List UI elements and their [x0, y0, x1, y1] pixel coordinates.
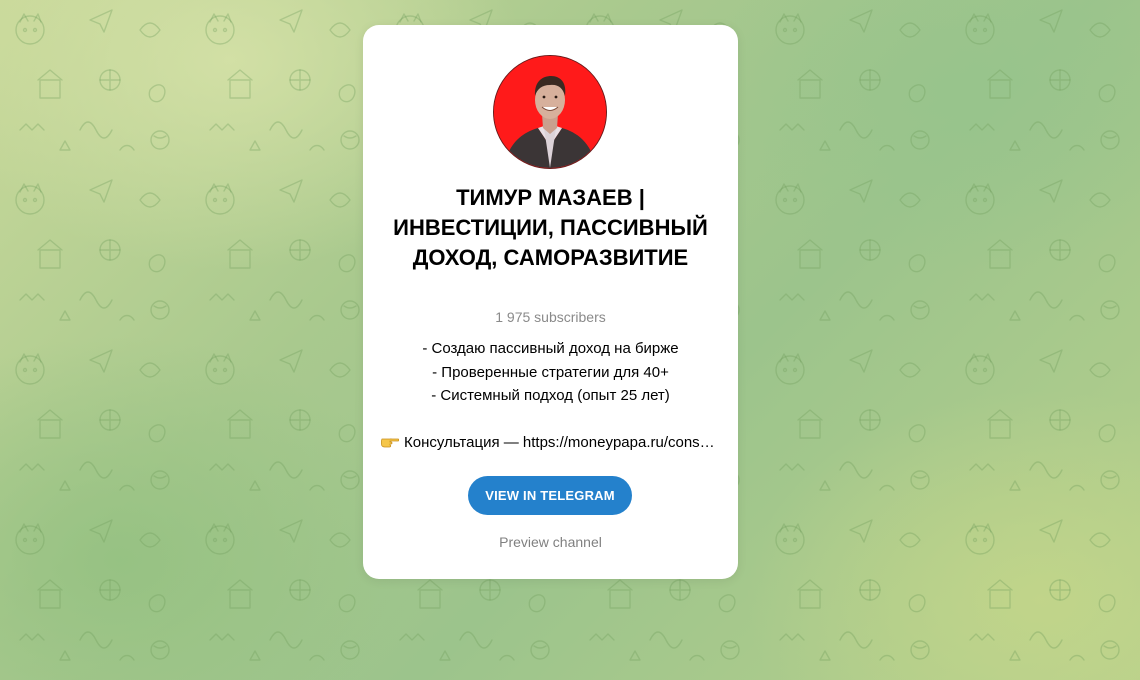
- channel-card: ТИМУР МАЗАЕВ | ИНВЕСТИЦИИ, ПАССИВНЫЙ ДОХ…: [363, 25, 738, 579]
- description-line: - Создаю пассивный доход на бирже: [422, 340, 679, 357]
- channel-title: ТИМУР МАЗАЕВ | ИНВЕСТИЦИИ, ПАССИВНЫЙ ДОХ…: [393, 185, 708, 270]
- consultation-line: Консультация — https://moneypapa.ru/cons…: [379, 431, 722, 455]
- channel-avatar: [493, 55, 607, 169]
- view-in-telegram-button[interactable]: VIEW IN TELEGRAM: [468, 476, 632, 515]
- description-spacer: [379, 408, 722, 432]
- consultation-text: Консультация — https://moneypapa.ru/cons…: [404, 434, 722, 451]
- channel-description: - Создаю пассивный доход на бирже - Пров…: [379, 337, 722, 455]
- preview-channel-link[interactable]: Preview channel: [383, 533, 718, 551]
- pointing-hand-emoji-icon: [381, 438, 399, 448]
- person-portrait-icon: [494, 56, 606, 168]
- description-line: - Проверенные стратегии для 40+: [432, 363, 669, 381]
- subscriber-count: 1 975 subscribers: [495, 309, 606, 325]
- description-line: - Системный подход (опыт 25 лет): [431, 387, 670, 404]
